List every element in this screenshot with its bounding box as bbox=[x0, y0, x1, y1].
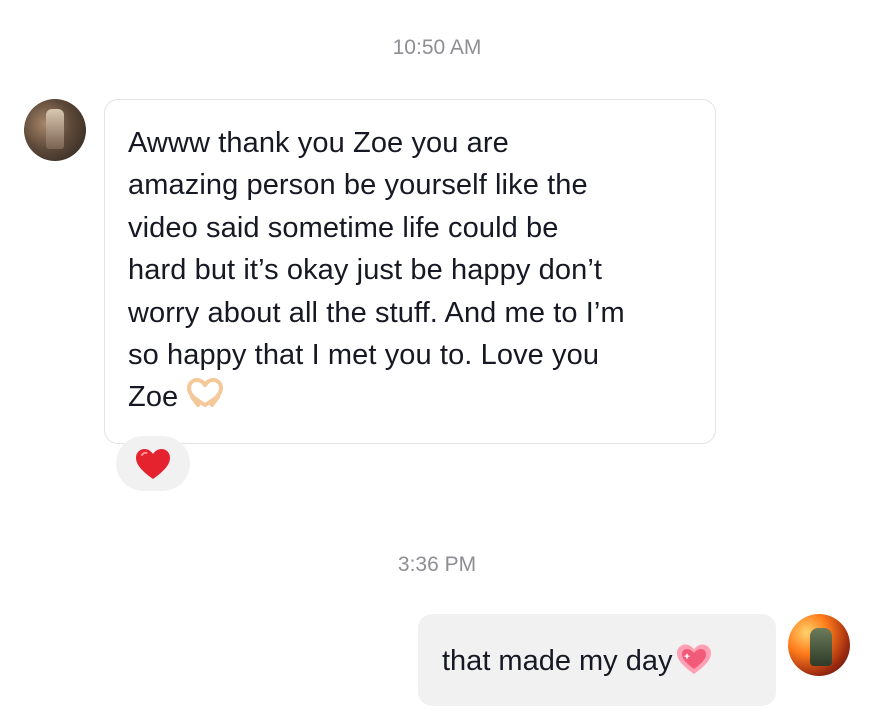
message-last-word: Zoe bbox=[128, 381, 179, 414]
message-line: Awww thank you Zoe you are bbox=[128, 127, 509, 159]
sparkling-heart-icon bbox=[674, 642, 714, 687]
timestamp: 3:36 PM bbox=[397, 553, 477, 576]
user-avatar[interactable] bbox=[788, 614, 850, 676]
avatar-figure bbox=[46, 109, 64, 149]
message-line: worry about all the stuff. And me to I’m bbox=[128, 296, 625, 329]
message-line: video said sometime life could be bbox=[128, 211, 559, 244]
message-line: hard but it’s okay just be happy don’t bbox=[128, 254, 603, 287]
chat-screen: 10:50 AM Awww thank you Zoe you are amaz… bbox=[0, 0, 874, 720]
timestamp: 10:50 AM bbox=[392, 36, 482, 59]
sender-avatar[interactable] bbox=[24, 99, 86, 161]
message-reaction[interactable] bbox=[116, 436, 190, 491]
heart-hands-icon bbox=[186, 378, 224, 420]
message-line-last: Zoe bbox=[128, 376, 695, 420]
red-heart-icon bbox=[136, 448, 170, 479]
message-line: amazing person be yourself like the bbox=[128, 169, 588, 202]
avatar-figure bbox=[810, 628, 832, 666]
message-text: that made my day bbox=[442, 645, 673, 677]
outgoing-message-bubble[interactable]: that made my day bbox=[418, 614, 776, 706]
message-line: so happy that I met you to. Love you bbox=[128, 339, 600, 372]
incoming-message-bubble[interactable]: Awww thank you Zoe you are amazing perso… bbox=[104, 99, 716, 444]
